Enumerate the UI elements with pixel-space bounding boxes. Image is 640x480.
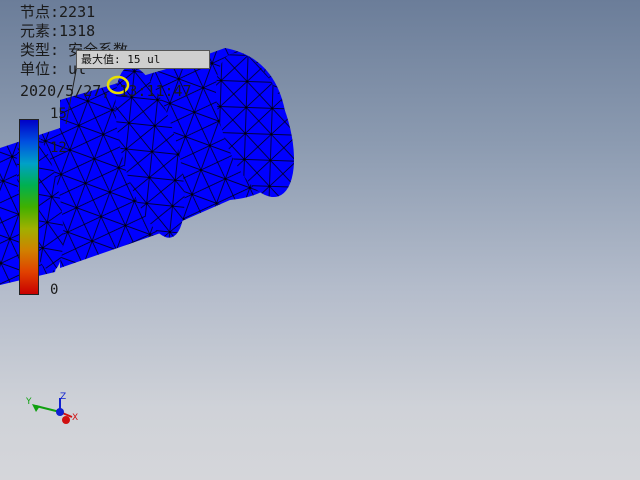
element-count: 元素:1318 xyxy=(20,22,96,40)
orientation-triad[interactable]: Y Z X xyxy=(20,392,80,432)
x-axis-label: X xyxy=(72,413,78,423)
legend-max-label: 15 xyxy=(50,106,67,122)
z-axis-label: Z xyxy=(60,392,66,402)
x-axis-cone xyxy=(62,416,70,424)
node-count: 节点:2231 xyxy=(20,3,96,21)
z-axis-cone xyxy=(56,408,64,416)
fea-mesh-model[interactable] xyxy=(0,0,640,480)
color-legend-bar xyxy=(19,119,39,295)
y-axis-cone xyxy=(32,404,40,412)
y-axis-label: Y xyxy=(25,397,32,407)
legend-mid-label: 12 xyxy=(50,140,67,156)
graphics-viewport[interactable]: 节点:2231 元素:1318 类型: 安全系数 单位: ul 2020/5/2… xyxy=(0,0,640,480)
timestamp: 2020/5/27, 13:11:47 xyxy=(20,82,192,100)
probe-label[interactable]: 最大值: 15 ul xyxy=(76,50,210,69)
legend-min-label: 0 xyxy=(50,282,59,298)
